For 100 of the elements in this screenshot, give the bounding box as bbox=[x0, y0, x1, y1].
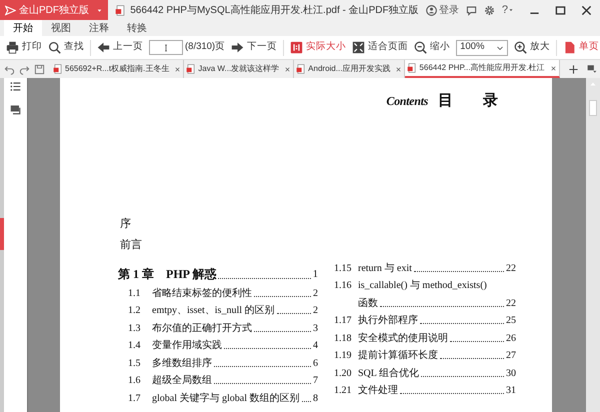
toc-entry: 序 bbox=[120, 218, 131, 230]
actual-size-icon bbox=[290, 41, 304, 54]
zoom-out-button[interactable]: 缩小 bbox=[414, 40, 450, 55]
close-icon[interactable] bbox=[284, 66, 292, 72]
section-title: 超级全局数组 bbox=[152, 374, 212, 388]
document-tab[interactable]: 566442 PHP...高性能应用开发.杜江 bbox=[405, 60, 560, 78]
fit-page-icon bbox=[352, 41, 366, 54]
section-title: 安全模式的使用说明 bbox=[358, 332, 448, 346]
document-tab[interactable]: 565692+R...t权威指南.王冬生 bbox=[51, 60, 184, 78]
section-number: 1.3 bbox=[128, 322, 142, 336]
fit-page-button[interactable]: 适合页面 bbox=[352, 40, 408, 55]
section-title: 省略结束标签的便利性 bbox=[152, 286, 252, 300]
print-button[interactable]: 打印 bbox=[6, 40, 42, 55]
chapter-title: 第 1 章 PHP 解惑 bbox=[118, 266, 216, 283]
close-icon[interactable] bbox=[174, 66, 182, 72]
section-title: is_callable() 与 method_exists() bbox=[358, 278, 487, 293]
panel-handle[interactable] bbox=[0, 218, 4, 250]
section-number: 1.17 bbox=[334, 314, 352, 328]
help-button[interactable]: ? bbox=[502, 2, 514, 18]
document-tab[interactable]: Android...应用开发实践 bbox=[294, 60, 406, 78]
zoom-in-icon bbox=[514, 41, 528, 54]
list-icon[interactable] bbox=[10, 81, 21, 92]
section-number: 1.1 bbox=[128, 286, 142, 300]
page-number: 2 bbox=[313, 286, 318, 300]
menu-tab[interactable]: 转换 bbox=[118, 20, 156, 36]
section-title: 提前计算循环长度 bbox=[358, 348, 438, 363]
section-number: 1.16 bbox=[334, 279, 352, 293]
maximize-icon[interactable] bbox=[555, 4, 566, 16]
chevron-down-icon bbox=[496, 44, 504, 52]
scrollbar-thumb[interactable] bbox=[589, 100, 597, 116]
pdf-file-icon bbox=[115, 4, 126, 16]
section-title: 函数 bbox=[358, 296, 378, 310]
dot-leader bbox=[440, 358, 504, 359]
page-number-field[interactable] bbox=[149, 40, 183, 55]
left-arrow-icon bbox=[97, 41, 110, 54]
pages-icon[interactable] bbox=[10, 104, 22, 116]
page-number: 27 bbox=[506, 349, 516, 363]
page-number: 1 bbox=[312, 268, 318, 282]
save-icon[interactable] bbox=[34, 64, 45, 74]
page-icon bbox=[563, 41, 576, 54]
send-icon bbox=[5, 4, 16, 16]
pdf-file-icon bbox=[186, 64, 196, 74]
undo-icon[interactable] bbox=[4, 64, 15, 74]
dot-leader bbox=[254, 330, 311, 332]
actual-size-button[interactable]: 实际大小 bbox=[290, 40, 346, 55]
single-page-button[interactable]: 单页 bbox=[563, 40, 600, 55]
zoom-in-button[interactable]: 放大 bbox=[514, 40, 550, 55]
section-number: 1.18 bbox=[334, 332, 352, 346]
scrollbar[interactable] bbox=[586, 78, 600, 412]
redo-icon[interactable] bbox=[19, 64, 30, 74]
menu-tab[interactable]: 视图 bbox=[42, 20, 80, 36]
page-number: 4 bbox=[313, 339, 318, 353]
login-button[interactable]: 登录 bbox=[426, 2, 459, 18]
section-title: 变量作用域实践 bbox=[152, 338, 222, 353]
page-number: 22 bbox=[506, 296, 516, 310]
pdf-file-icon bbox=[407, 63, 418, 73]
right-arrow-icon bbox=[231, 41, 244, 54]
dot-leader bbox=[450, 340, 504, 342]
document-tab[interactable]: Java W...发就该这样学 bbox=[184, 60, 294, 78]
plus-icon[interactable] bbox=[568, 64, 579, 74]
dot-leader bbox=[302, 400, 311, 402]
page-number: 30 bbox=[506, 366, 516, 380]
page-number: 6 bbox=[313, 356, 318, 370]
section-title: 布尔值的正确打开方式 bbox=[152, 322, 252, 336]
section-number: 1.6 bbox=[128, 374, 142, 388]
close-icon[interactable] bbox=[550, 64, 557, 72]
chat-icon[interactable] bbox=[466, 4, 477, 16]
section-number: 1.19 bbox=[334, 349, 352, 363]
next-page-button[interactable]: 下一页 bbox=[231, 40, 278, 55]
section-number: 1.5 bbox=[128, 356, 142, 370]
close-icon[interactable] bbox=[581, 4, 592, 16]
close-icon[interactable] bbox=[395, 66, 402, 72]
section-number: 1.2 bbox=[128, 304, 142, 318]
zoom-out-icon bbox=[414, 41, 428, 54]
tab-menu-icon[interactable] bbox=[586, 64, 597, 74]
section-title: emtpy、isset、is_null 的区别 bbox=[152, 304, 274, 318]
window-title: 566442 PHP与MySQL高性能应用开发.杜江.pdf - 金山PDF独立版 bbox=[130, 4, 419, 18]
section-number: 1.15 bbox=[334, 262, 352, 276]
zoom-dropdown[interactable]: 100% bbox=[456, 40, 508, 56]
section-title: global 关键字与 global 数组的区别 bbox=[152, 392, 300, 406]
page-number: 2 bbox=[313, 304, 318, 318]
menu-tab[interactable]: 开始 bbox=[4, 20, 42, 36]
section-number: 1.21 bbox=[334, 384, 352, 398]
pdf-file-icon bbox=[53, 64, 63, 74]
previous-page-button[interactable]: 上一页 bbox=[97, 40, 143, 55]
page-number: 3 bbox=[313, 322, 318, 336]
text-cursor-icon bbox=[162, 42, 170, 52]
caret-icon bbox=[508, 7, 514, 13]
up-arrow-icon bbox=[589, 80, 597, 88]
dot-leader bbox=[276, 313, 311, 314]
section-title: 执行外部程序 bbox=[358, 314, 418, 328]
menu-tab[interactable]: 注释 bbox=[80, 20, 118, 36]
find-button[interactable]: 查找 bbox=[48, 40, 84, 55]
app-menu-button[interactable]: 金山PDF独立版 bbox=[0, 0, 108, 20]
printer-icon bbox=[6, 41, 19, 54]
page-number: 25 bbox=[506, 314, 516, 328]
settings-icon[interactable] bbox=[484, 4, 495, 16]
section-title: 文件处理 bbox=[358, 384, 398, 398]
toc-entry: 前言 bbox=[120, 238, 142, 250]
section-title: 多维数组排序 bbox=[152, 356, 212, 370]
